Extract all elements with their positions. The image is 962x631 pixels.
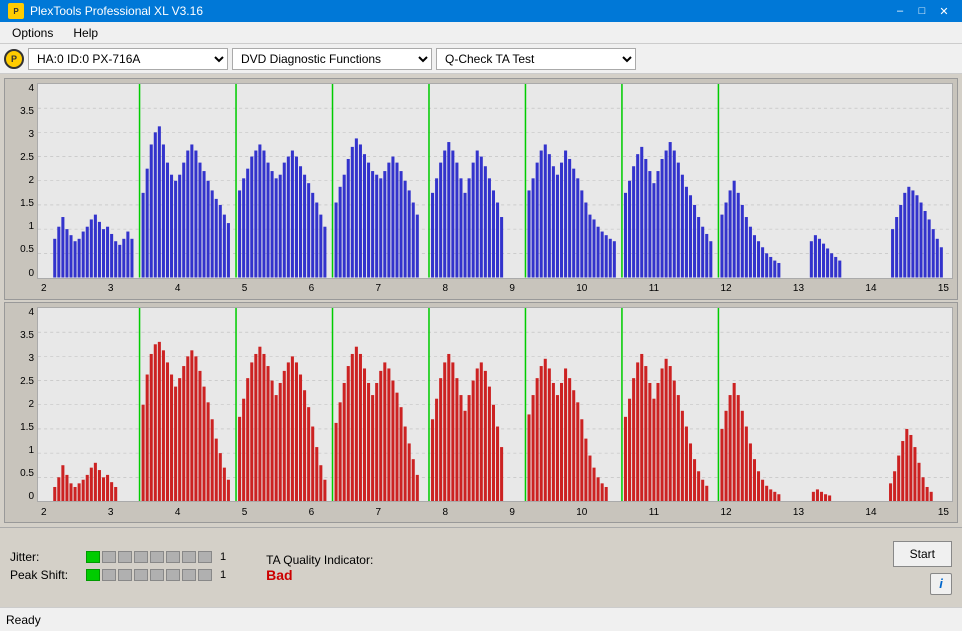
peak-shift-meter-bar (86, 569, 212, 581)
bottom-right-buttons: Start i (893, 541, 952, 595)
title-bar-left: P PlexTools Professional XL V3.16 (8, 3, 203, 19)
top-chart-x-axis: 2 3 4 5 6 7 8 9 10 11 12 13 14 15 (37, 279, 953, 299)
info-button[interactable]: i (930, 573, 952, 595)
peak-segment-3 (118, 569, 132, 581)
top-chart-y-axis: 4 3.5 3 2.5 2 1.5 1 0.5 0 (5, 83, 37, 279)
peak-shift-value: 1 (220, 569, 226, 581)
peak-segment-8 (198, 569, 212, 581)
peak-shift-meter-row: Peak Shift: 1 (10, 568, 226, 582)
close-button[interactable]: ✕ (934, 3, 954, 19)
peak-segment-4 (134, 569, 148, 581)
top-chart-panel: 4 3.5 3 2.5 2 1.5 1 0.5 0 (4, 78, 958, 300)
drive-icon: P (4, 49, 24, 69)
jitter-value: 1 (220, 551, 226, 563)
top-chart-svg (38, 84, 952, 278)
toolbar: P HA:0 ID:0 PX-716A DVD Diagnostic Funct… (0, 44, 962, 74)
bottom-chart-x-axis: 2 3 4 5 6 7 8 9 10 11 12 13 14 15 (37, 502, 953, 522)
top-chart-inner (37, 83, 953, 279)
maximize-button[interactable]: □ (912, 3, 932, 19)
start-button[interactable]: Start (893, 541, 952, 567)
peak-segment-2 (102, 569, 116, 581)
bottom-chart-svg (38, 308, 952, 502)
jitter-segment-6 (166, 551, 180, 563)
jitter-segment-2 (102, 551, 116, 563)
menu-bar: Options Help (0, 22, 962, 44)
status-bar: Ready (0, 607, 962, 631)
function-select[interactable]: DVD Diagnostic Functions (232, 48, 432, 70)
bottom-panel: Jitter: 1 Peak Shift: (0, 527, 962, 607)
ta-quality-value: Bad (266, 567, 373, 583)
peak-segment-1 (86, 569, 100, 581)
ta-quality-section: TA Quality Indicator: Bad (266, 553, 373, 583)
title-bar-controls[interactable]: – □ ✕ (890, 3, 954, 19)
jitter-meter-row: Jitter: 1 (10, 550, 226, 564)
bottom-chart-panel: 4 3.5 3 2.5 2 1.5 1 0.5 0 (4, 302, 958, 524)
status-text: Ready (6, 613, 41, 627)
peak-segment-5 (150, 569, 164, 581)
app-icon: P (8, 3, 24, 19)
peak-segment-6 (166, 569, 180, 581)
peak-shift-label: Peak Shift: (10, 568, 80, 582)
jitter-segment-3 (118, 551, 132, 563)
bottom-chart-inner (37, 307, 953, 503)
jitter-meter-bar (86, 551, 212, 563)
jitter-segment-8 (198, 551, 212, 563)
test-select[interactable]: Q-Check TA Test (436, 48, 636, 70)
menu-options[interactable]: Options (4, 24, 61, 42)
jitter-label: Jitter: (10, 550, 80, 564)
jitter-segment-4 (134, 551, 148, 563)
main-content: 4 3.5 3 2.5 2 1.5 1 0.5 0 (0, 74, 962, 527)
drive-select[interactable]: HA:0 ID:0 PX-716A (28, 48, 228, 70)
meters-section: Jitter: 1 Peak Shift: (10, 550, 226, 586)
ta-quality-label: TA Quality Indicator: (266, 553, 373, 567)
peak-segment-7 (182, 569, 196, 581)
minimize-button[interactable]: – (890, 3, 910, 19)
window-title: PlexTools Professional XL V3.16 (30, 4, 203, 18)
title-bar: P PlexTools Professional XL V3.16 – □ ✕ (0, 0, 962, 22)
jitter-segment-7 (182, 551, 196, 563)
bottom-chart-y-axis: 4 3.5 3 2.5 2 1.5 1 0.5 0 (5, 307, 37, 503)
jitter-segment-1 (86, 551, 100, 563)
menu-help[interactable]: Help (65, 24, 106, 42)
jitter-segment-5 (150, 551, 164, 563)
